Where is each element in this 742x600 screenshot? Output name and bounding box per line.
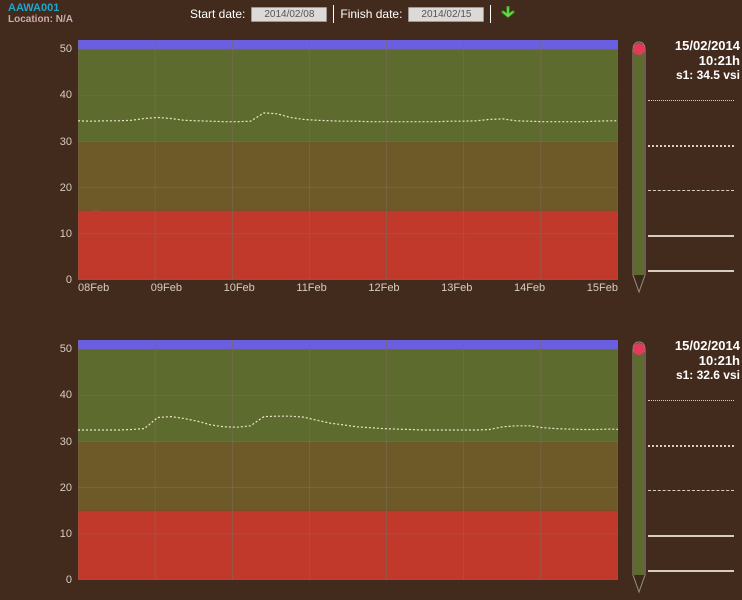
start-date-label: Start date: <box>190 7 245 21</box>
y-ticks: 01020304050 <box>48 40 74 280</box>
reference-line <box>648 235 734 237</box>
finish-date-label: Finish date: <box>340 7 402 21</box>
readout: 15/02/201410:21hs1: 32.6 vsi <box>648 338 740 383</box>
download-arrow-icon <box>500 6 516 22</box>
x-tick: 14Feb <box>514 282 545 302</box>
y-tick: 20 <box>48 482 72 494</box>
y-tick: 0 <box>48 274 72 286</box>
separator <box>490 5 491 23</box>
y-tick: 20 <box>48 182 72 194</box>
reference-line <box>648 270 734 272</box>
chart-band <box>78 142 618 211</box>
y-tick: 30 <box>48 136 72 148</box>
y-tick: 30 <box>48 436 72 448</box>
date-controls: Start date: 2014/02/08 Finish date: 2014… <box>190 4 519 24</box>
x-tick: 09Feb <box>151 282 182 302</box>
readout-date: 15/02/2014 <box>648 38 740 53</box>
reference-line <box>648 145 734 147</box>
readout-value: s1: 32.6 vsi <box>648 368 740 383</box>
x-tick: 10Feb <box>224 282 255 302</box>
y-tick: 50 <box>48 43 72 55</box>
y-tick: 0 <box>48 574 72 586</box>
chart-svg <box>78 340 618 580</box>
y-tick: 40 <box>48 89 72 101</box>
start-date-input[interactable]: 2014/02/08 <box>251 7 327 22</box>
readout-time: 10:21h <box>648 53 740 68</box>
reference-line <box>648 190 734 191</box>
y-ticks: 01020304050 <box>48 340 74 580</box>
station-block: AAWA001 Location: N/A <box>8 2 73 26</box>
chart-band <box>78 511 618 580</box>
reference-line <box>648 445 734 447</box>
chart-band <box>78 442 618 511</box>
y-tick: 50 <box>48 343 72 355</box>
chart-panel-2: Volumetric Soil Moisture 2 (index)010203… <box>0 330 742 600</box>
readout-time: 10:21h <box>648 353 740 368</box>
station-id: AAWA001 <box>8 2 73 14</box>
y-tick: 10 <box>48 528 72 540</box>
x-tick: 11Feb <box>296 282 326 302</box>
location-label: Location: <box>8 14 53 25</box>
x-tick: 13Feb <box>441 282 472 302</box>
reference-line <box>648 490 734 491</box>
y-tick: 10 <box>48 228 72 240</box>
y-tick: 40 <box>48 389 72 401</box>
reference-line <box>648 100 734 101</box>
header-bar: AAWA001 Location: N/A Start date: 2014/0… <box>0 0 742 28</box>
plot-area[interactable] <box>78 340 618 580</box>
station-location: Location: N/A <box>8 14 73 26</box>
chart-band <box>78 211 618 280</box>
readout-value: s1: 34.5 vsi <box>648 68 740 83</box>
x-tick: 12Feb <box>368 282 399 302</box>
location-value: N/A <box>56 14 73 25</box>
chart-band <box>78 340 618 349</box>
reference-lines <box>648 90 734 290</box>
readout-date: 15/02/2014 <box>648 338 740 353</box>
x-tick: 08Feb <box>78 282 109 302</box>
finish-date-input[interactable]: 2014/02/15 <box>408 7 484 22</box>
reference-lines <box>648 390 734 590</box>
x-tick: 15Feb <box>587 282 618 302</box>
reference-line <box>648 535 734 537</box>
chart-svg <box>78 40 618 280</box>
reference-line <box>648 570 734 572</box>
plot-area[interactable] <box>78 40 618 280</box>
chart-panel-1: Volumetric Soil Moisture 1 (index)010203… <box>0 30 742 310</box>
x-axis: 08Feb 09Feb 10Feb 11Feb 12Feb 13Feb 14Feb 15Feb <box>78 282 618 302</box>
readout: 15/02/201410:21hs1: 34.5 vsi <box>648 38 740 83</box>
chart-band <box>78 40 618 49</box>
separator <box>333 5 334 23</box>
reference-line <box>648 400 734 401</box>
download-button[interactable] <box>497 4 519 24</box>
